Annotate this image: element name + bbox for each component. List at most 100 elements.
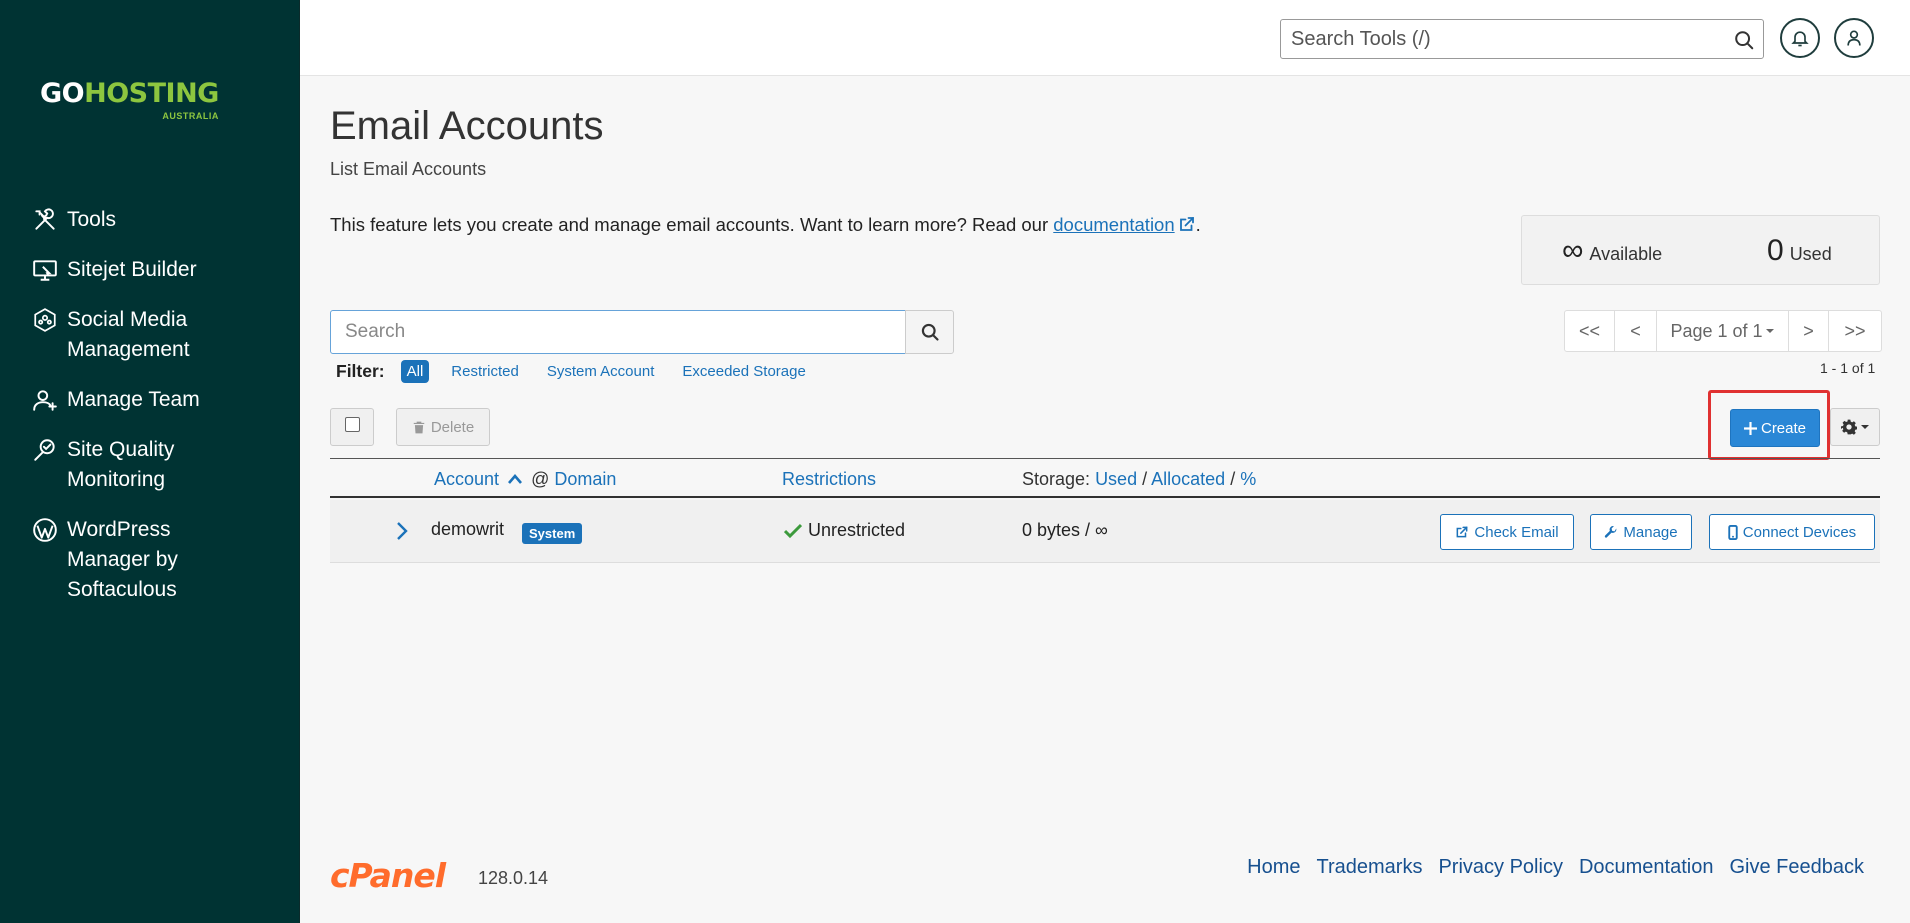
manage-button[interactable]: Manage: [1590, 514, 1692, 550]
table-header: Account @ Domain Restrictions Storage: U…: [330, 458, 1880, 498]
header-sep: /: [1230, 469, 1236, 489]
sidebar: GOHOSTING AUSTRALIA Tools Sitejet Builde…: [0, 0, 300, 923]
footer-link-feedback[interactable]: Give Feedback: [1729, 856, 1864, 879]
sidebar-item-manage-team[interactable]: Manage Team: [0, 385, 300, 415]
header-sep: /: [1142, 469, 1148, 489]
gohosting-logo[interactable]: GOHOSTING AUSTRALIA: [40, 78, 219, 121]
account-name: demowrit: [431, 519, 505, 539]
sort-percent-link[interactable]: %: [1240, 469, 1256, 489]
check-email-button[interactable]: Check Email: [1440, 514, 1574, 550]
sort-used-link[interactable]: Used: [1095, 469, 1137, 489]
next-page-button[interactable]: >: [1789, 311, 1829, 351]
restriction-status: Unrestricted: [784, 520, 905, 541]
account-search-button[interactable]: [905, 310, 954, 354]
search-icon[interactable]: [1733, 29, 1755, 51]
chevron-right-icon[interactable]: [394, 520, 410, 542]
header-account-domain: Account @ Domain: [434, 469, 616, 490]
footer-link-trademarks[interactable]: Trademarks: [1317, 856, 1423, 879]
wrench-icon: [1605, 526, 1617, 538]
select-all-checkbox[interactable]: [330, 408, 374, 446]
header-at: @: [531, 469, 550, 489]
last-page-button[interactable]: >>: [1829, 311, 1881, 351]
page-select-label: Page 1 of 1: [1670, 320, 1763, 341]
create-label: Create: [1760, 419, 1807, 437]
caret-down-icon: [1765, 329, 1774, 333]
pagination: << < Page 1 of 1 > >>: [1564, 310, 1882, 352]
available-value: ∞: [1562, 234, 1584, 267]
search-icon: [921, 323, 939, 341]
used-value: 0: [1767, 234, 1784, 267]
notifications-button[interactable]: [1780, 18, 1820, 58]
plus-icon: [1743, 421, 1757, 435]
sort-account-link[interactable]: Account: [434, 469, 499, 489]
results-range: 1 - 1 of 1: [1820, 360, 1876, 376]
sort-restrictions-link[interactable]: Restrictions: [782, 469, 876, 489]
sidebar-nav: Tools Sitejet Builder Social Media Manag…: [0, 205, 300, 625]
user-menu-button[interactable]: [1834, 18, 1874, 58]
filter-all[interactable]: All: [400, 360, 430, 383]
sort-domain-link[interactable]: Domain: [554, 469, 616, 489]
gear-icon: [1840, 419, 1857, 435]
footer-link-documentation[interactable]: Documentation: [1579, 856, 1714, 879]
settings-dropdown-button[interactable]: [1830, 408, 1880, 446]
documentation-link[interactable]: documentation: [1053, 214, 1174, 235]
filter-system-account[interactable]: System Account: [547, 363, 655, 380]
social-hexagon-icon: [29, 305, 61, 335]
filter-exceeded-storage[interactable]: Exceeded Storage: [682, 363, 805, 380]
header-storage-label: Storage:: [1022, 469, 1091, 489]
cpanel-logo[interactable]: cPanel: [330, 856, 446, 895]
caret-down-icon: [1860, 425, 1869, 429]
cpanel-version: 128.0.14: [478, 868, 549, 888]
sidebar-item-sitejet[interactable]: Sitejet Builder: [0, 255, 300, 285]
stat-available: ∞ Available: [1562, 234, 1662, 268]
filter-label: Filter:: [336, 361, 385, 381]
restriction-label: Unrestricted: [808, 520, 906, 540]
checkbox-square: [344, 416, 360, 432]
sort-ascending-icon: [508, 474, 523, 484]
mobile-icon: [1728, 524, 1738, 540]
filter-restricted[interactable]: Restricted: [451, 363, 519, 380]
account-stats: ∞ Available 0 Used: [1521, 215, 1880, 285]
footer-link-home[interactable]: Home: [1247, 856, 1300, 879]
intro-end: .: [1195, 214, 1201, 235]
create-button[interactable]: Create: [1730, 409, 1820, 447]
sort-allocated-link[interactable]: Allocated: [1151, 469, 1225, 489]
bell-icon: [1791, 31, 1809, 47]
manage-label: Manage: [1623, 523, 1678, 541]
filter-bar: Filter: All Restricted System Account Ex…: [336, 360, 834, 383]
sidebar-item-label: Sitejet Builder: [67, 258, 197, 281]
page-subtitle: List Email Accounts: [330, 159, 487, 179]
tool-search: [1280, 19, 1764, 59]
add-user-icon: [29, 385, 61, 415]
trash-icon: [413, 421, 425, 433]
footer-links: Home Trademarks Privacy Policy Documenta…: [1247, 856, 1864, 879]
tools-icon: [29, 205, 61, 235]
footer-link-privacy[interactable]: Privacy Policy: [1438, 856, 1562, 879]
used-label: Used: [1789, 244, 1832, 264]
sidebar-item-site-quality[interactable]: Site Quality Monitoring: [0, 435, 300, 495]
connect-devices-button[interactable]: Connect Devices: [1709, 514, 1875, 550]
sidebar-item-label: Manage Team: [67, 388, 200, 411]
header-storage: Storage: Used / Allocated / %: [1022, 469, 1256, 490]
sidebar-item-wordpress[interactable]: WordPress Manager by Softaculous: [0, 515, 300, 605]
check-icon: [784, 523, 802, 538]
header-restrictions: Restrictions: [782, 469, 876, 490]
sidebar-item-label: Social Media Management: [67, 308, 190, 361]
account-search-input[interactable]: [330, 310, 906, 354]
storage-value: 0 bytes / ∞: [1022, 520, 1108, 540]
first-page-button[interactable]: <<: [1565, 311, 1615, 351]
sidebar-item-social-media[interactable]: Social Media Management: [0, 305, 300, 365]
external-link-icon: [1179, 217, 1194, 231]
external-link-icon: [1456, 526, 1468, 538]
delete-button[interactable]: Delete: [396, 408, 490, 446]
delete-label: Delete: [430, 418, 475, 436]
prev-page-button[interactable]: <: [1615, 311, 1657, 351]
footer: cPanel 128.0.14 Home Trademarks Privacy …: [330, 856, 1880, 896]
sidebar-item-tools[interactable]: Tools: [0, 205, 300, 235]
wordpress-icon: [29, 515, 61, 545]
tool-search-input[interactable]: [1281, 20, 1711, 58]
intro-text: This feature lets you create and manage …: [330, 214, 1201, 236]
account-search: [330, 310, 954, 354]
page-select[interactable]: Page 1 of 1: [1657, 311, 1789, 351]
stat-used: 0 Used: [1767, 234, 1832, 268]
